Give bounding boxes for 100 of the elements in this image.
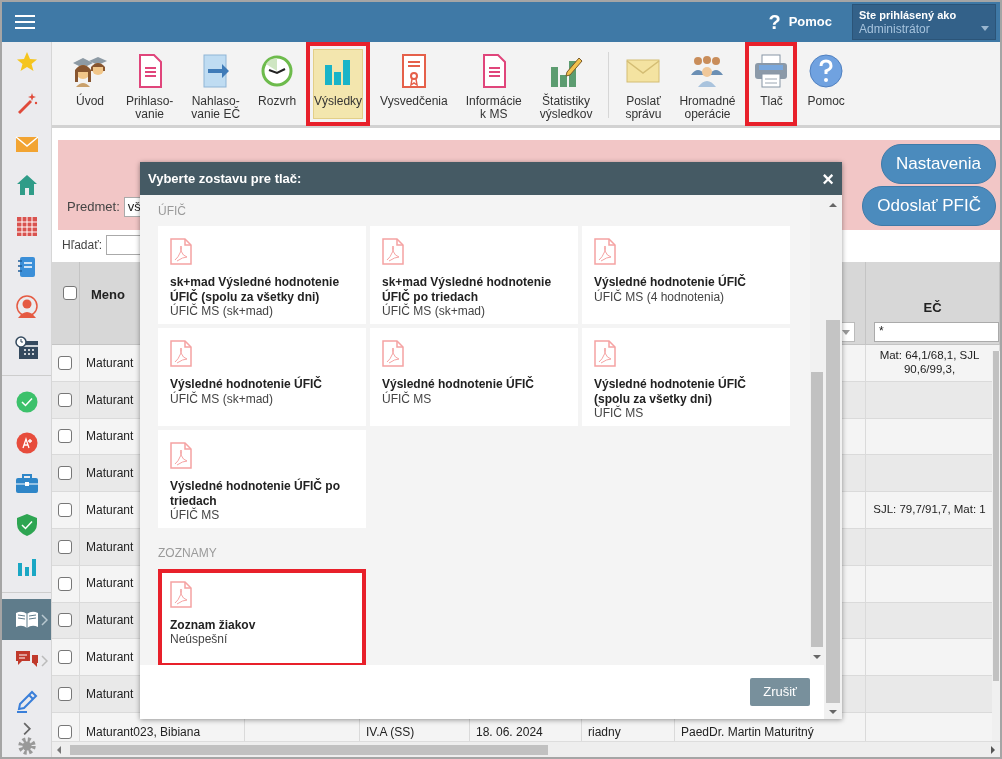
- report-card[interactable]: Výsledné hodnotenie ÚFIČ ÚFIČ MS: [370, 328, 578, 427]
- report-subtitle: ÚFIČ MS: [594, 406, 644, 421]
- gear-icon: [15, 735, 38, 757]
- field-label: Hľadať:: [62, 237, 103, 253]
- table-cell: Maturant: [86, 686, 134, 702]
- check-badge-icon: [14, 390, 39, 415]
- checkbox[interactable]: [58, 429, 72, 444]
- pdf-icon: [382, 238, 404, 266]
- pdf-icon: [170, 340, 192, 368]
- table-cell: 90,6/99,3,: [903, 362, 956, 377]
- report-card[interactable]: sk+mad Výsledné hodnotenie ÚFIČ (spolu za všetky dni) ÚFIČ MS (sk+mad): [158, 226, 366, 325]
- menu-icon[interactable]: [15, 15, 35, 29]
- report-subtitle: Neúspešní: [170, 632, 228, 647]
- table-cell: Maturant: [86, 539, 134, 555]
- report-subtitle: ÚFIČ MS: [170, 508, 220, 523]
- table-cell: SJL: 79,7/91,7, Mat: 1: [873, 503, 986, 517]
- report-title: Výsledné hodnotenie ÚFIČ: [382, 377, 534, 392]
- toolbar-button[interactable]: Výsledky: [306, 42, 371, 126]
- report-subtitle: ÚFIČ MS (4 hodnotenia): [594, 289, 725, 305]
- toolbar-button[interactable]: Úvod: [64, 42, 116, 126]
- report-title: sk+mad Výsledné hodnotenie ÚFIČ po triedach: [382, 275, 553, 304]
- toolbar-button[interactable]: Vysvedčenia: [372, 42, 456, 126]
- report-subtitle: ÚFIČ MS (sk+mad): [382, 304, 485, 319]
- report-title: Výsledné hodnotenie ÚFIČ po triedach: [170, 479, 341, 508]
- toolbar-button[interactable]: Nahlaso- vanie EČ: [183, 42, 249, 126]
- checkbox[interactable]: [58, 576, 72, 591]
- toolbar-button[interactable]: Poslať správu: [617, 42, 670, 126]
- help-link[interactable]: Pomoc: [788, 14, 832, 30]
- checkbox[interactable]: [63, 286, 77, 300]
- toolbar-button[interactable]: Prihlaso- vanie: [118, 42, 182, 126]
- caret-icon: [842, 329, 850, 335]
- checkbox[interactable]: [58, 687, 72, 702]
- checkbox[interactable]: [58, 613, 72, 628]
- table-cell: Maturant: [86, 576, 134, 591]
- report-subtitle: ÚFIČ MS (sk+mad): [170, 304, 273, 319]
- toolbar-button[interactable]: Pomoc: [799, 42, 853, 126]
- report-subtitle: ÚFIČ MS: [382, 391, 432, 407]
- action-button[interactable]: Odoslať PFIČ: [862, 186, 996, 226]
- report-card[interactable]: sk+mad Výsledné hodnotenie ÚFIČ po triedach ÚFIČ MS (sk+mad): [370, 226, 578, 325]
- table-cell: Maturant: [86, 650, 134, 665]
- table-cell: Mat: 64,1/68,1, SJL: [879, 349, 980, 363]
- checkbox[interactable]: [58, 355, 72, 370]
- briefcase-icon: [14, 471, 39, 496]
- field-label: Predmet:: [67, 199, 120, 215]
- table-cell: Maturant: [86, 355, 134, 371]
- pdf-icon: [594, 238, 616, 266]
- person-icon: [14, 295, 39, 320]
- section-heading: ÚFIČ: [158, 204, 187, 219]
- checkbox[interactable]: [58, 392, 72, 407]
- filter-field[interactable]: *: [874, 322, 999, 342]
- help-icon: [808, 53, 845, 89]
- report-title: Výsledné hodnotenie ÚFIČ: [594, 275, 746, 290]
- pdf-icon: [382, 340, 404, 368]
- toolbar-button[interactable]: Štatistiky výsledkov: [531, 42, 601, 126]
- shield-icon: [14, 512, 39, 537]
- table-cell: Maturant: [86, 613, 134, 628]
- pdf-icon: [170, 238, 192, 266]
- dialog-title: Vyberte zostavu pre tlač:: [148, 170, 302, 187]
- pencil-icon: [14, 689, 39, 714]
- user-caption: Ste prihlásený ako: [859, 9, 957, 23]
- section-heading: ZOZNAMY: [158, 546, 218, 561]
- column-header[interactable]: Meno: [91, 287, 125, 303]
- checkbox[interactable]: [58, 650, 72, 665]
- table-cell: Maturant023, Bibiana: [86, 724, 201, 739]
- table-cell: IV.A (SS): [366, 724, 415, 739]
- checkbox[interactable]: [58, 503, 72, 518]
- table-cell: PaedDr. Martin Maturitný: [681, 724, 814, 739]
- report-card[interactable]: Výsledné hodnotenie ÚFIČ (spolu za všetky dni) ÚFIČ MS: [582, 328, 790, 427]
- report-card[interactable]: Výsledné hodnotenie ÚFIČ ÚFIČ MS (sk+mad): [158, 328, 366, 427]
- scrollbar[interactable]: [992, 351, 1000, 741]
- column-header[interactable]: EČ: [866, 300, 999, 316]
- scrollbar[interactable]: [52, 741, 1000, 757]
- report-card[interactable]: Výsledné hodnotenie ÚFIČ po triedach ÚFIČ MS: [158, 430, 366, 529]
- close-button[interactable]: ×: [822, 168, 834, 189]
- report-title: Výsledné hodnotenie ÚFIČ: [170, 377, 322, 392]
- help-icon[interactable]: ?: [768, 10, 781, 34]
- checkbox[interactable]: [58, 539, 72, 554]
- user-menu[interactable]: Ste prihlásený ako Administrátor: [852, 4, 996, 40]
- calendar-clock-icon: [14, 336, 39, 361]
- report-card[interactable]: Zoznam žiakov Neúspešní: [158, 568, 366, 665]
- printer-icon: [753, 53, 790, 89]
- pdf-icon: [594, 340, 616, 368]
- table-cell: 18. 06. 2024: [476, 724, 543, 739]
- report-subtitle: ÚFIČ MS (sk+mad): [170, 391, 273, 407]
- toolbar-button[interactable]: Informácie k MS: [457, 42, 530, 126]
- checkbox[interactable]: [58, 466, 72, 481]
- toolbar-button[interactable]: Rozvrh: [250, 42, 305, 126]
- toolbar-button[interactable]: Tlač: [745, 42, 798, 126]
- report-title: Výsledné hodnotenie ÚFIČ (spolu za všetky dni): [594, 377, 747, 407]
- action-button[interactable]: Nastavenia: [880, 144, 996, 184]
- user-name: Administrátor: [859, 22, 930, 37]
- scrollbar[interactable]: [824, 195, 842, 719]
- grade-badge-icon: [14, 431, 39, 455]
- people-icon: [689, 53, 726, 89]
- table-cell: Maturant: [86, 429, 134, 444]
- expand-icon[interactable]: [21, 721, 32, 736]
- checkbox[interactable]: [58, 724, 72, 739]
- sidebar-item[interactable]: [2, 598, 51, 640]
- report-card[interactable]: Výsledné hodnotenie ÚFIČ ÚFIČ MS (4 hodnotenia): [582, 226, 790, 325]
- toolbar-button[interactable]: Hromadné operácie: [671, 42, 744, 126]
